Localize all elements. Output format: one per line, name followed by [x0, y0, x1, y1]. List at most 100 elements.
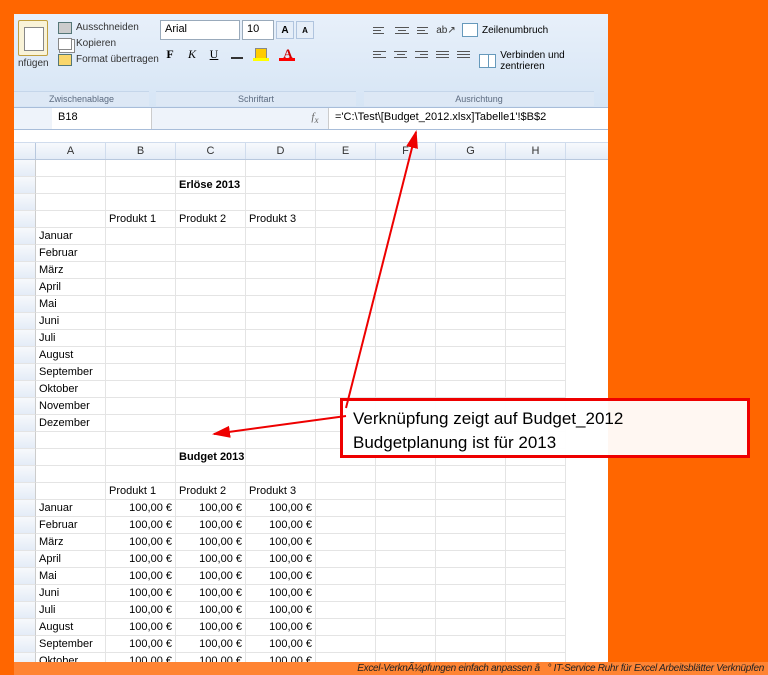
row-header[interactable] — [14, 602, 36, 619]
cell[interactable]: 100,00 € — [246, 585, 316, 602]
cell[interactable] — [176, 313, 246, 330]
cell[interactable] — [176, 432, 246, 449]
cell[interactable] — [246, 330, 316, 347]
cell[interactable] — [376, 653, 436, 662]
cell[interactable] — [106, 228, 176, 245]
cell[interactable] — [376, 262, 436, 279]
cell[interactable] — [376, 517, 436, 534]
col-header[interactable]: H — [506, 143, 566, 159]
row-header[interactable] — [14, 296, 36, 313]
cell[interactable]: Juli — [36, 602, 106, 619]
row-header[interactable] — [14, 347, 36, 364]
cell[interactable]: Mai — [36, 568, 106, 585]
cell[interactable] — [436, 347, 506, 364]
cell[interactable] — [316, 160, 376, 177]
cell[interactable] — [316, 483, 376, 500]
row-header[interactable] — [14, 534, 36, 551]
cell[interactable]: Erlöse 2013 — [176, 177, 246, 194]
cell[interactable] — [316, 551, 376, 568]
cell[interactable] — [106, 177, 176, 194]
copy-button[interactable]: Kopieren — [58, 36, 159, 52]
cell[interactable] — [506, 534, 566, 551]
cell[interactable] — [506, 211, 566, 228]
cell[interactable] — [436, 551, 506, 568]
cell[interactable]: Juni — [36, 585, 106, 602]
cell[interactable]: August — [36, 619, 106, 636]
cell[interactable] — [36, 194, 106, 211]
align-left-button[interactable] — [370, 44, 389, 64]
cell[interactable] — [246, 432, 316, 449]
align-middle-button[interactable] — [392, 20, 412, 40]
cell[interactable] — [316, 636, 376, 653]
cell[interactable] — [436, 517, 506, 534]
cell[interactable] — [316, 296, 376, 313]
cell[interactable] — [436, 653, 506, 662]
row-header[interactable] — [14, 160, 36, 177]
cell[interactable] — [246, 449, 316, 466]
cell[interactable]: September — [36, 636, 106, 653]
cell[interactable] — [246, 262, 316, 279]
cell[interactable] — [436, 534, 506, 551]
cell[interactable]: 100,00 € — [246, 551, 316, 568]
cell[interactable]: Produkt 1 — [106, 483, 176, 500]
align-center-button[interactable] — [391, 44, 410, 64]
cell[interactable] — [506, 653, 566, 662]
cell[interactable] — [436, 245, 506, 262]
cell[interactable] — [246, 177, 316, 194]
cell[interactable]: April — [36, 551, 106, 568]
cell[interactable] — [436, 296, 506, 313]
orientation-button[interactable]: ab↗ — [436, 20, 456, 40]
cell[interactable] — [316, 279, 376, 296]
row-header[interactable] — [14, 330, 36, 347]
cell[interactable] — [436, 585, 506, 602]
cell[interactable] — [106, 279, 176, 296]
col-header[interactable]: D — [246, 143, 316, 159]
cell[interactable]: Februar — [36, 517, 106, 534]
cell[interactable] — [316, 177, 376, 194]
cell[interactable] — [376, 636, 436, 653]
row-header[interactable] — [14, 279, 36, 296]
cell[interactable] — [506, 500, 566, 517]
cell[interactable] — [246, 466, 316, 483]
cell[interactable]: 100,00 € — [246, 534, 316, 551]
row-header[interactable] — [14, 211, 36, 228]
cell[interactable]: 100,00 € — [106, 517, 176, 534]
cell[interactable] — [506, 194, 566, 211]
cell[interactable] — [176, 415, 246, 432]
cell[interactable] — [316, 500, 376, 517]
fill-color-button[interactable] — [250, 44, 274, 64]
indent-inc-button[interactable] — [454, 44, 473, 64]
cell[interactable]: August — [36, 347, 106, 364]
cell[interactable] — [436, 194, 506, 211]
row-header[interactable] — [14, 551, 36, 568]
cell[interactable] — [106, 381, 176, 398]
cell[interactable]: November — [36, 398, 106, 415]
cell[interactable] — [316, 313, 376, 330]
cell[interactable] — [246, 245, 316, 262]
col-header[interactable]: G — [436, 143, 506, 159]
col-header[interactable]: C — [176, 143, 246, 159]
cell[interactable] — [506, 602, 566, 619]
row-header[interactable] — [14, 449, 36, 466]
indent-dec-button[interactable] — [433, 44, 452, 64]
cell[interactable] — [316, 330, 376, 347]
cell[interactable] — [246, 381, 316, 398]
cell[interactable] — [376, 296, 436, 313]
cell[interactable] — [376, 602, 436, 619]
cell[interactable]: Produkt 2 — [176, 211, 246, 228]
cell[interactable] — [176, 330, 246, 347]
cell[interactable]: 100,00 € — [246, 602, 316, 619]
row-header[interactable] — [14, 228, 36, 245]
bold-button[interactable]: F — [160, 44, 180, 64]
row-header[interactable] — [14, 415, 36, 432]
align-right-button[interactable] — [412, 44, 431, 64]
cell[interactable]: 100,00 € — [246, 500, 316, 517]
cell[interactable] — [106, 415, 176, 432]
cell[interactable] — [106, 245, 176, 262]
row-header[interactable] — [14, 500, 36, 517]
cell[interactable] — [316, 619, 376, 636]
cell[interactable] — [376, 245, 436, 262]
cell[interactable] — [106, 296, 176, 313]
cell[interactable]: 100,00 € — [106, 500, 176, 517]
cell[interactable] — [106, 262, 176, 279]
